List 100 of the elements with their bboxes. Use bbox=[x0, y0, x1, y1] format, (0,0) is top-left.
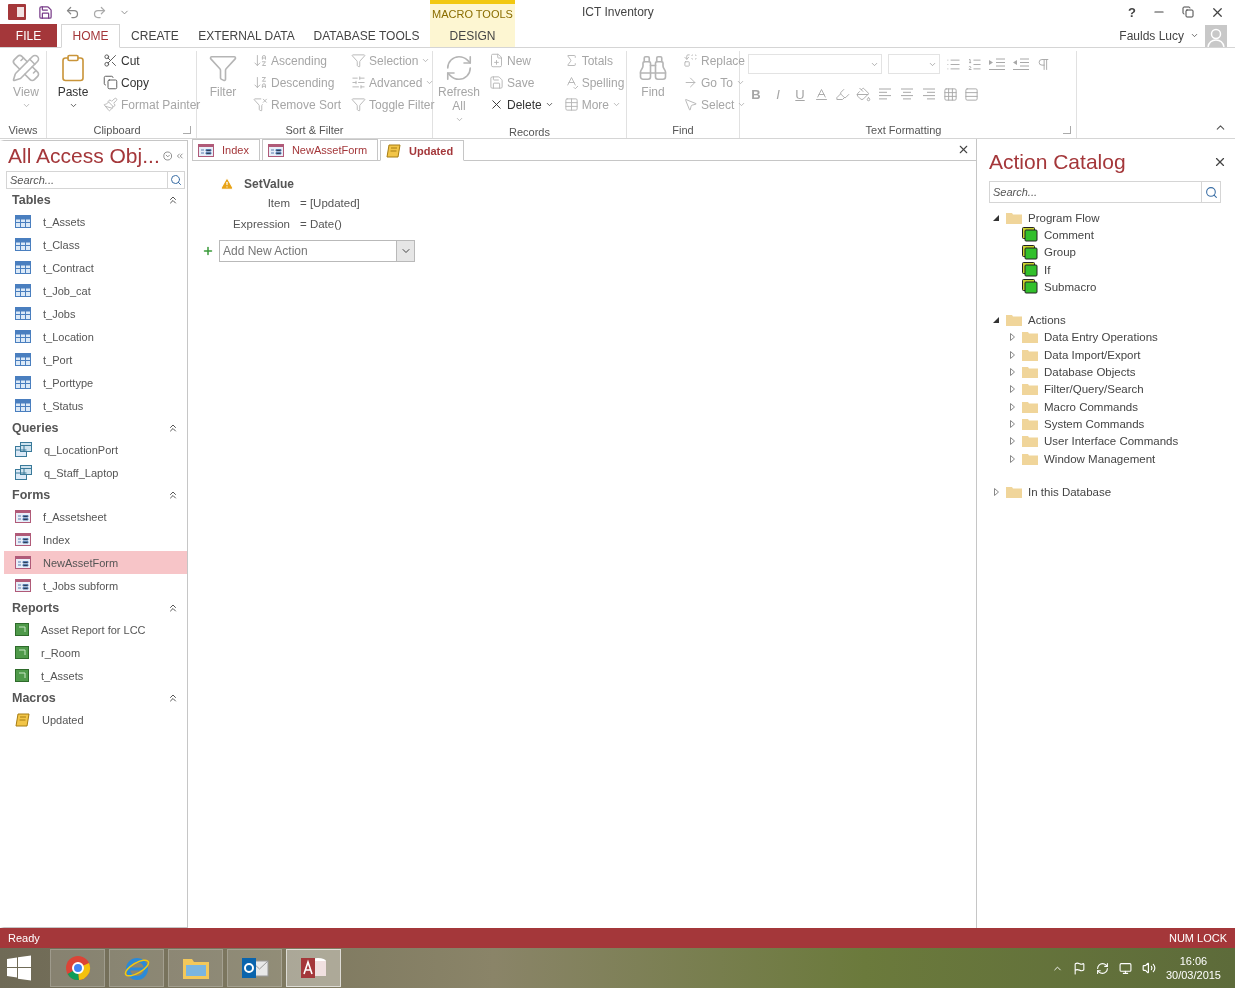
catalog-item[interactable]: Submacro bbox=[989, 278, 1227, 296]
catalog-item[interactable]: Macro Commands bbox=[989, 397, 1227, 416]
network-icon[interactable] bbox=[1118, 961, 1132, 975]
ribbon-tab[interactable]: DESIGN bbox=[430, 24, 515, 47]
search-icon[interactable] bbox=[1204, 185, 1218, 199]
folder-icon bbox=[181, 956, 210, 980]
nav-item[interactable]: t_Status bbox=[4, 394, 187, 417]
search-field[interactable]: Search... bbox=[989, 181, 1201, 203]
nav-item[interactable]: t_Jobs bbox=[4, 302, 187, 325]
font-name-field[interactable] bbox=[748, 54, 882, 74]
nav-item[interactable]: NewAssetForm bbox=[4, 551, 187, 574]
nav-item[interactable]: Index bbox=[4, 528, 187, 551]
taskbar-button[interactable] bbox=[286, 949, 341, 987]
alternate-row-icon[interactable] bbox=[964, 86, 979, 102]
search-icon[interactable] bbox=[170, 174, 182, 186]
ribbon-tab[interactable]: HOME bbox=[61, 24, 120, 48]
catalog-item[interactable]: Comment bbox=[989, 226, 1227, 244]
catalog-item[interactable]: Window Management bbox=[989, 449, 1227, 468]
sync-icon[interactable] bbox=[1095, 961, 1109, 975]
ribbon-button[interactable]: Copy bbox=[101, 73, 203, 92]
nav-item[interactable]: t_Assets bbox=[4, 664, 187, 687]
font-size-field[interactable] bbox=[888, 54, 940, 74]
argument-value[interactable]: = [Updated] bbox=[300, 197, 976, 209]
nav-item[interactable]: r_Room bbox=[4, 641, 187, 664]
ribbon-button[interactable]: Cut bbox=[101, 51, 203, 70]
help-button[interactable]: ? bbox=[1128, 4, 1136, 20]
ribbon-button[interactable]: Paste bbox=[51, 51, 95, 112]
volume-icon[interactable] bbox=[1141, 961, 1156, 975]
catalog-item[interactable]: Group bbox=[989, 243, 1227, 261]
nav-item[interactable]: q_Staff_Laptop bbox=[4, 461, 187, 484]
user-name[interactable]: Faulds Lucy bbox=[1119, 28, 1184, 43]
dialog-launcher-icon[interactable] bbox=[1063, 126, 1071, 134]
dropdown-icon[interactable] bbox=[162, 149, 173, 163]
table-icon bbox=[15, 307, 31, 320]
save-icon[interactable] bbox=[38, 4, 53, 20]
nav-item[interactable]: t_Location bbox=[4, 325, 187, 348]
dropdown-button[interactable] bbox=[396, 240, 415, 262]
ribbon-button[interactable]: Delete bbox=[487, 95, 556, 114]
taskbar-button[interactable] bbox=[227, 949, 282, 987]
catalog-item[interactable]: Actions bbox=[989, 311, 1227, 329]
gridlines-icon[interactable] bbox=[943, 86, 958, 102]
catalog-item[interactable]: Data Import/Export bbox=[989, 346, 1227, 364]
nav-item[interactable]: Updated bbox=[4, 708, 187, 731]
nav-item[interactable]: t_Class bbox=[4, 233, 187, 256]
context-tab-group-label: MACRO TOOLS bbox=[430, 0, 515, 24]
catalog-item[interactable]: Database Objects bbox=[989, 363, 1227, 381]
funnel-x-icon bbox=[253, 97, 268, 112]
nav-item[interactable]: t_Jobs subform bbox=[4, 574, 187, 597]
search-field[interactable]: Search... bbox=[6, 171, 167, 189]
numbered-list-icon[interactable] bbox=[967, 56, 982, 72]
clock-date: 30/03/2015 bbox=[1165, 968, 1221, 982]
catalog-item[interactable]: In this Database bbox=[989, 483, 1227, 501]
bullet-list-icon[interactable] bbox=[946, 56, 961, 72]
document-tab[interactable]: Index bbox=[192, 139, 260, 160]
highlighter-icon[interactable] bbox=[835, 86, 850, 102]
undo-icon[interactable] bbox=[65, 4, 80, 20]
ribbon-tab[interactable]: FILE bbox=[0, 24, 57, 47]
nav-item[interactable]: t_Port bbox=[4, 348, 187, 371]
paint-bucket-icon[interactable] bbox=[856, 86, 871, 102]
document-tab[interactable]: Updated bbox=[380, 140, 465, 161]
flag-icon[interactable] bbox=[1072, 961, 1086, 975]
catalog-item[interactable]: If bbox=[989, 260, 1227, 279]
nav-item[interactable]: t_Assets bbox=[4, 210, 187, 233]
nav-item[interactable]: q_LocationPort bbox=[4, 438, 187, 461]
close-icon[interactable] bbox=[957, 143, 970, 156]
sort-ascending-icon bbox=[253, 53, 268, 68]
restore-icon[interactable] bbox=[1182, 6, 1194, 18]
close-icon[interactable] bbox=[1213, 155, 1227, 169]
group-header[interactable]: Queries bbox=[12, 420, 59, 435]
database-app-icon bbox=[299, 956, 328, 980]
group-header[interactable]: Reports bbox=[12, 600, 60, 615]
catalog-item[interactable]: Filter/Query/Search bbox=[989, 380, 1227, 398]
nav-item[interactable]: t_Job_cat bbox=[4, 279, 187, 302]
group-header[interactable]: Tables bbox=[12, 192, 51, 207]
form-icon bbox=[15, 533, 31, 546]
group-header[interactable]: Forms bbox=[12, 487, 51, 502]
nav-item[interactable]: Asset Report for LCC bbox=[4, 618, 187, 641]
nav-item[interactable]: t_Contract bbox=[4, 256, 187, 279]
folder-icon bbox=[1022, 400, 1038, 413]
add-action-field[interactable]: Add New Action bbox=[219, 240, 396, 262]
group-header[interactable]: Macros bbox=[12, 690, 56, 705]
start-icon[interactable] bbox=[6, 955, 32, 981]
catalog-item[interactable]: User Interface Commands bbox=[989, 432, 1227, 450]
document-tab[interactable]: NewAssetForm bbox=[261, 139, 379, 160]
nav-item[interactable]: t_Porttype bbox=[4, 371, 187, 394]
nav-item[interactable]: f_Assetsheet bbox=[4, 505, 187, 528]
paragraph-direction-icon[interactable] bbox=[1036, 56, 1051, 72]
redo-icon[interactable] bbox=[92, 4, 107, 20]
action-name[interactable]: SetValue bbox=[244, 177, 295, 191]
taskbar-button[interactable] bbox=[50, 949, 105, 987]
font-color-icon[interactable] bbox=[814, 86, 829, 102]
argument-value[interactable]: = Date() bbox=[300, 218, 976, 230]
catalog-item[interactable]: System Commands bbox=[989, 415, 1227, 433]
table-icon bbox=[15, 238, 31, 251]
dialog-launcher-icon[interactable] bbox=[183, 126, 191, 134]
form-icon bbox=[15, 510, 31, 523]
app-logo-icon[interactable] bbox=[8, 4, 26, 20]
clock[interactable]: 16:06 30/03/2015 bbox=[1165, 954, 1221, 982]
catalog-item[interactable]: Program Flow bbox=[989, 209, 1227, 227]
catalog-item[interactable]: Data Entry Operations bbox=[989, 328, 1227, 347]
